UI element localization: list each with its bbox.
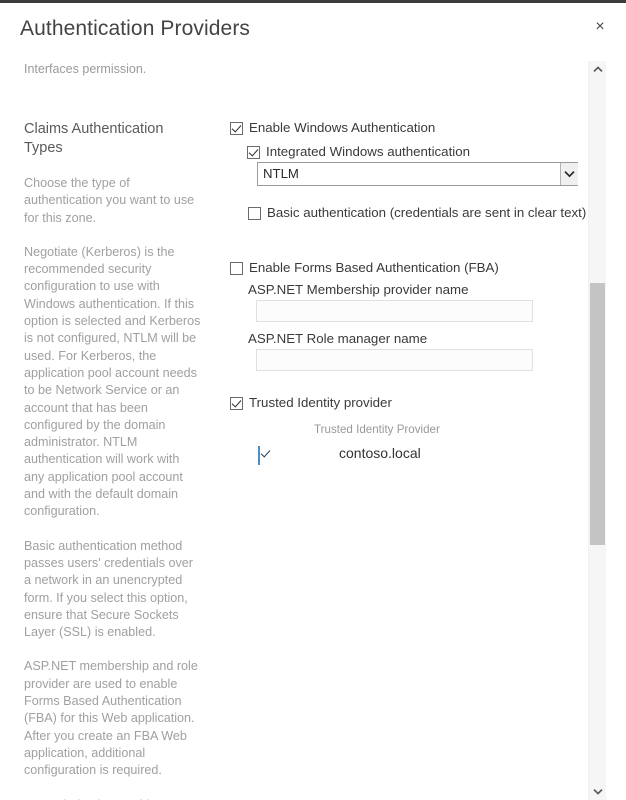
scrollbar-thumb[interactable]: [590, 283, 605, 545]
checkbox-box[interactable]: [248, 207, 261, 220]
close-icon[interactable]: ×: [584, 11, 616, 43]
checkbox-integrated-windows-authentication[interactable]: Integrated Windows authentication: [247, 144, 470, 160]
right-gutter: [606, 55, 626, 800]
scrollbar-track-upper[interactable]: [589, 78, 606, 283]
help-intro-text: Interfaces permission.: [24, 62, 147, 76]
checkbox-box[interactable]: [230, 262, 243, 275]
dialog-scroll-viewport: Interfaces permission. Claims Authentica…: [0, 55, 626, 800]
help-paragraph: Negotiate (Kerberos) is the recommended …: [24, 244, 201, 519]
chevron-up-icon[interactable]: [589, 61, 606, 78]
auth-mode-select[interactable]: NTLM: [257, 162, 578, 186]
membership-provider-label: ASP.NET Membership provider name: [248, 282, 469, 297]
role-manager-label: ASP.NET Role manager name: [248, 331, 428, 346]
table-row[interactable]: contoso.local: [258, 444, 578, 472]
role-manager-input[interactable]: [256, 349, 533, 371]
help-paragraph: Choose the type of authentication you wa…: [24, 176, 195, 225]
checkbox-provider-row[interactable]: [258, 446, 260, 465]
help-heading: Claims Authentication Types: [24, 121, 164, 156]
checkbox-box[interactable]: [247, 146, 260, 159]
help-paragraph: Trusted Identity Provider Authentication…: [24, 780, 202, 800]
help-column: Interfaces permission. Claims Authentica…: [24, 55, 202, 800]
trusted-identity-provider-column-header: Trusted Identity Provider: [314, 423, 440, 436]
checkbox-label: Basic authentication (credentials are se…: [267, 205, 587, 220]
checkbox-label: Enable Windows Authentication: [249, 120, 436, 135]
checkbox-basic-authentication[interactable]: Basic authentication (credentials are se…: [248, 205, 586, 221]
checkbox-box[interactable]: [258, 446, 260, 465]
provider-name: contoso.local: [339, 445, 421, 461]
membership-provider-input[interactable]: [256, 300, 533, 322]
page-title: Authentication Providers: [20, 17, 251, 40]
scrollbar-track-lower[interactable]: [589, 545, 606, 783]
checkbox-box[interactable]: [230, 397, 243, 410]
help-paragraph: ASP.NET membership and role provider are…: [24, 659, 198, 778]
checkbox-label: Integrated Windows authentication: [266, 144, 471, 159]
vertical-scrollbar[interactable]: [588, 61, 606, 800]
authentication-providers-dialog: Authentication Providers × Interfaces pe…: [0, 3, 626, 800]
help-paragraph: Basic authentication method passes users…: [24, 538, 194, 640]
checkbox-enable-forms-based-authentication[interactable]: Enable Forms Based Authentication (FBA): [230, 260, 499, 276]
checkbox-label: Enable Forms Based Authentication (FBA): [249, 260, 499, 275]
chevron-down-icon[interactable]: [589, 783, 606, 800]
checkbox-trusted-identity-provider[interactable]: Trusted Identity provider: [230, 395, 392, 411]
checkbox-enable-windows-authentication[interactable]: Enable Windows Authentication: [230, 120, 435, 136]
dialog-header: Authentication Providers ×: [0, 3, 626, 55]
checkbox-label: Trusted Identity provider: [249, 395, 392, 410]
checkbox-box[interactable]: [230, 122, 243, 135]
